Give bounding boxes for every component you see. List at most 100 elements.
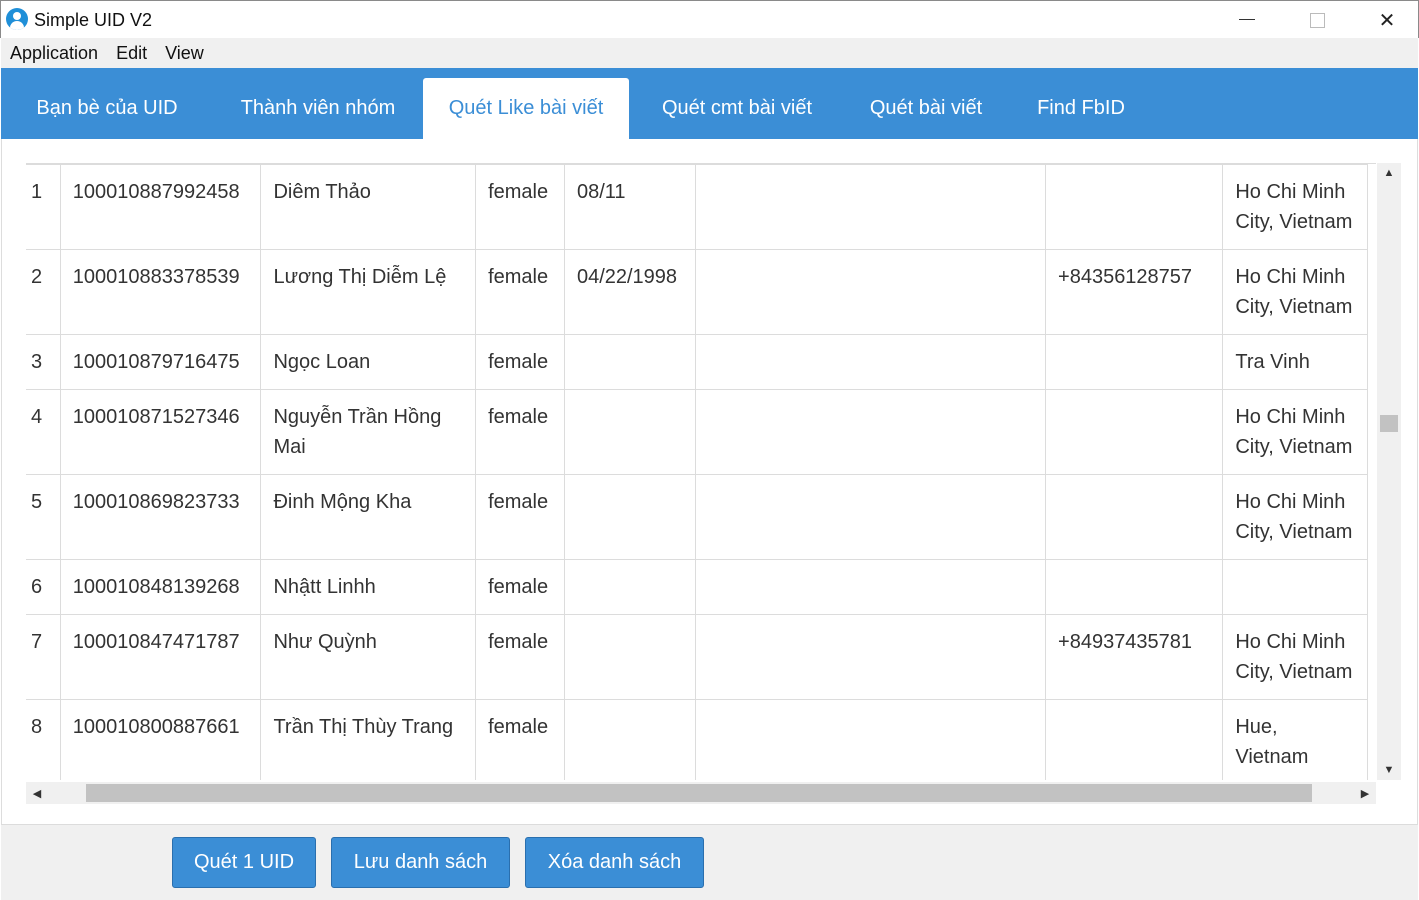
table-row[interactable]: 7 100010847471787 Như Quỳnh female +84937435… <box>26 614 1368 700</box>
vertical-scrollbar[interactable]: ▲ ▼ <box>1377 163 1401 780</box>
cell-email <box>694 699 1047 780</box>
close-icon: ✕ <box>1378 9 1396 32</box>
cell-index: 7 <box>26 614 61 700</box>
cell-birthday <box>563 334 696 390</box>
results-table-body: 1 100010887992458 Diêm Thảo female 08/11 Ho C… <box>26 164 1368 780</box>
cell-email <box>694 559 1047 615</box>
tab-quet-like-bai-viet[interactable]: Quét Like bài viết <box>423 78 629 139</box>
cell-phone: +84356128757 <box>1045 249 1224 335</box>
cell-phone <box>1045 164 1224 250</box>
cell-email <box>694 474 1047 560</box>
cell-location: Ho Chi Minh City, Vietnam <box>1222 389 1368 475</box>
cell-name: Như Quỳnh <box>260 614 477 700</box>
cell-index: 6 <box>26 559 61 615</box>
cell-birthday: 04/22/1998 <box>563 249 696 335</box>
minimize-icon <box>1239 18 1255 20</box>
cell-gender: female <box>475 249 565 335</box>
tab-quet-cmt-bai-viet[interactable]: Quét cmt bài viết <box>636 78 838 139</box>
cell-uid: 100010879716475 <box>59 334 262 390</box>
cell-email <box>694 164 1047 250</box>
maximize-icon <box>1309 12 1325 28</box>
cell-uid: 100010869823733 <box>59 474 262 560</box>
menu-bar: Application Edit View <box>1 38 1418 68</box>
vertical-scroll-thumb[interactable] <box>1380 415 1398 432</box>
tab-find-fbid[interactable]: Find FbID <box>1016 78 1146 139</box>
cell-index: 4 <box>26 389 61 475</box>
cell-name: Đinh Mộng Kha <box>260 474 477 560</box>
user-avatar-icon <box>6 8 28 30</box>
scroll-left-icon[interactable]: ◀ <box>26 782 48 804</box>
table-row[interactable]: 5 100010869823733 Đinh Mộng Kha female Ho Ch… <box>26 474 1368 560</box>
results-table: 1 100010887992458 Diêm Thảo female 08/11 Ho C… <box>26 164 1368 780</box>
cell-birthday <box>563 474 696 560</box>
cell-birthday <box>563 559 696 615</box>
scan-uid-button[interactable]: Quét 1 UID <box>172 837 316 888</box>
scroll-down-icon[interactable]: ▼ <box>1377 760 1401 780</box>
table-row[interactable]: 8 100010800887661 Trần Thị Thùy Trang femal… <box>26 699 1368 780</box>
cell-index: 5 <box>26 474 61 560</box>
window-title: Simple UID V2 <box>34 10 153 30</box>
table-row[interactable]: 1 100010887992458 Diêm Thảo female 08/11 Ho C… <box>26 164 1368 250</box>
scroll-up-icon[interactable]: ▲ <box>1377 163 1401 183</box>
cell-phone <box>1045 474 1224 560</box>
table-row[interactable]: 4 100010871527346 Nguyễn Trần Hồng Mai fema… <box>26 389 1368 475</box>
menu-view[interactable]: View <box>156 43 213 64</box>
tab-thanh-vien-nhom[interactable]: Thành viên nhóm <box>213 78 423 139</box>
minimize-button[interactable] <box>1212 1 1282 39</box>
cell-gender: female <box>475 164 565 250</box>
cell-name: Ngọc Loan <box>260 334 477 390</box>
maximize-button[interactable] <box>1282 1 1352 39</box>
cell-index: 2 <box>26 249 61 335</box>
cell-birthday <box>563 699 696 780</box>
scroll-right-icon[interactable]: ▶ <box>1354 782 1376 804</box>
cell-index: 1 <box>26 164 61 250</box>
cell-birthday <box>563 614 696 700</box>
cell-phone <box>1045 334 1224 390</box>
cell-email <box>694 389 1047 475</box>
cell-phone <box>1045 559 1224 615</box>
table-row[interactable]: 6 100010848139268 Nhậtt Linhh female <box>26 559 1368 615</box>
cell-name: Nhậtt Linhh <box>260 559 477 615</box>
horizontal-scrollbar[interactable]: ◀ ▶ <box>26 782 1376 804</box>
cell-location: Ho Chi Minh City, Vietnam <box>1222 249 1368 335</box>
cell-phone: +84937435781 <box>1045 614 1224 700</box>
action-bar: Quét 1 UID Lưu danh sách Xóa danh sách <box>1 824 1418 900</box>
cell-location: Ho Chi Minh City, Vietnam <box>1222 614 1368 700</box>
cell-location <box>1222 559 1368 615</box>
cell-uid: 100010883378539 <box>59 249 262 335</box>
cell-email <box>694 334 1047 390</box>
cell-name: Lương Thị Diễm Lệ <box>260 249 477 335</box>
cell-phone <box>1045 389 1224 475</box>
horizontal-scroll-thumb[interactable] <box>86 784 1312 802</box>
results-table-viewport: 1 100010887992458 Diêm Thảo female 08/11 Ho C… <box>26 163 1376 780</box>
cell-gender: female <box>475 334 565 390</box>
cell-gender: female <box>475 559 565 615</box>
save-list-button[interactable]: Lưu danh sách <box>331 837 510 888</box>
cell-uid: 100010887992458 <box>59 164 262 250</box>
tab-ban-be-cua-uid[interactable]: Bạn bè của UID <box>1 78 213 139</box>
menu-edit[interactable]: Edit <box>107 43 156 64</box>
cell-location: Ho Chi Minh City, Vietnam <box>1222 474 1368 560</box>
cell-phone <box>1045 699 1224 780</box>
cell-email <box>694 614 1047 700</box>
table-row[interactable]: 3 100010879716475 Ngọc Loan female Tra Vinh <box>26 334 1368 390</box>
cell-gender: female <box>475 389 565 475</box>
table-row[interactable]: 2 100010883378539 Lương Thị Diễm Lệ female 0… <box>26 249 1368 335</box>
cell-index: 8 <box>26 699 61 780</box>
cell-name: Diêm Thảo <box>260 164 477 250</box>
cell-uid: 100010847471787 <box>59 614 262 700</box>
cell-gender: female <box>475 614 565 700</box>
cell-birthday <box>563 389 696 475</box>
cell-name: Trần Thị Thùy Trang <box>260 699 477 780</box>
tab-quet-bai-viet[interactable]: Quét bài viết <box>846 78 1006 139</box>
close-button[interactable]: ✕ <box>1352 1 1419 39</box>
title-bar: Simple UID V2 ✕ <box>0 0 1419 38</box>
cell-location: Hue, Vietnam <box>1222 699 1368 780</box>
cell-uid: 100010848139268 <box>59 559 262 615</box>
results-panel: 1 100010887992458 Diêm Thảo female 08/11 Ho C… <box>1 139 1418 824</box>
cell-uid: 100010800887661 <box>59 699 262 780</box>
delete-list-button[interactable]: Xóa danh sách <box>525 837 704 888</box>
menu-application[interactable]: Application <box>1 43 107 64</box>
cell-uid: 100010871527346 <box>59 389 262 475</box>
cell-index: 3 <box>26 334 61 390</box>
